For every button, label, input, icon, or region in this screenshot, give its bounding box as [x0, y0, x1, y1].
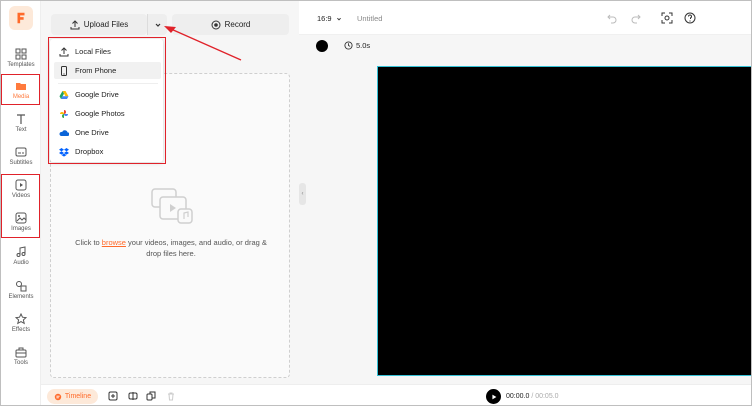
media-placeholder-icon — [151, 188, 193, 224]
rail-item-images[interactable]: Images — [3, 207, 39, 237]
rail-label-subtitles: Subtitles — [9, 160, 33, 166]
menu-label-from-phone: From Phone — [75, 66, 117, 75]
menu-label-google-drive: Google Drive — [75, 90, 119, 99]
aspect-ratio-select[interactable]: 16:9 — [317, 14, 343, 23]
elements-icon — [16, 281, 27, 292]
timeline-icon — [54, 393, 62, 400]
phone-icon — [61, 65, 67, 76]
drop-prefix: Click to — [75, 238, 102, 247]
duplicate-icon[interactable] — [146, 391, 156, 401]
editor-topbar: 16:9 Untitled — [299, 1, 751, 35]
menu-item-one-drive[interactable]: One Drive — [54, 124, 161, 141]
tools-icon — [15, 347, 27, 358]
upload-files-button[interactable]: Upload Files — [51, 14, 147, 35]
rail-label-text: Text — [15, 127, 27, 133]
rail-label-media: Media — [12, 94, 30, 100]
menu-item-google-photos[interactable]: Google Photos — [54, 105, 161, 122]
rail-label-templates: Templates — [7, 62, 35, 68]
music-icon — [16, 246, 26, 257]
google-drive-icon — [59, 90, 69, 99]
app-logo — [9, 6, 33, 30]
play-button[interactable] — [486, 389, 501, 404]
current-time: 00:00.0 — [506, 393, 530, 400]
left-rail: Templates Media Text Subtitles Videos Im… — [1, 1, 41, 405]
upload-files-label: Upload Files — [83, 20, 129, 29]
browse-link[interactable]: browse — [102, 238, 126, 247]
rail-item-tools[interactable]: Tools — [3, 341, 39, 371]
drop-instructions: Click to browse your videos, images, and… — [71, 237, 271, 259]
rail-label-videos: Videos — [11, 193, 31, 199]
upload-icon — [70, 19, 80, 29]
menu-label-dropbox: Dropbox — [75, 147, 104, 156]
subtitles-icon — [15, 147, 27, 157]
redo-icon[interactable] — [630, 12, 642, 24]
delete-icon[interactable] — [166, 391, 176, 401]
add-track-icon[interactable] — [108, 391, 118, 401]
time-readout: 00:00.0 / 00:05.0 — [506, 393, 559, 400]
menu-item-google-drive[interactable]: Google Drive — [54, 86, 161, 103]
rail-label-images: Images — [11, 226, 31, 232]
editor-area: 5.0s — [299, 35, 751, 384]
rail-label-tools: Tools — [13, 360, 28, 366]
dropbox-icon — [59, 147, 69, 157]
menu-item-dropbox[interactable]: Dropbox — [54, 143, 161, 160]
rail-label-audio: Audio — [13, 260, 29, 266]
upload-source-menu: Local Files From Phone Google Drive Goog… — [50, 39, 163, 162]
panel-collapse-handle[interactable]: ‹ — [299, 183, 306, 205]
screenshot-icon[interactable] — [661, 12, 673, 24]
app-window: Templates Media Text Subtitles Videos Im… — [0, 0, 752, 406]
record-icon — [211, 20, 221, 29]
timeline-toggle[interactable]: Timeline — [47, 389, 98, 404]
total-time: / 00:05.0 — [531, 393, 559, 400]
background-color-swatch[interactable] — [316, 40, 328, 52]
undo-icon[interactable] — [606, 12, 618, 24]
rail-item-elements[interactable]: Elements — [3, 275, 39, 305]
menu-label-local-files: Local Files — [75, 47, 111, 56]
upload-dropdown-toggle[interactable] — [147, 14, 167, 35]
play-icon — [491, 394, 496, 399]
onedrive-icon — [59, 129, 69, 136]
drop-suffix: your videos, images, and audio, or drag … — [125, 238, 267, 258]
duration-value: 5.0s — [356, 41, 371, 50]
image-icon — [15, 212, 27, 224]
duration-control[interactable]: 5.0s — [344, 41, 370, 50]
aspect-ratio-value: 16:9 — [317, 14, 332, 23]
menu-label-one-drive: One Drive — [75, 128, 109, 137]
menu-item-local-files[interactable]: Local Files — [54, 43, 161, 60]
video-icon — [15, 179, 27, 191]
menu-separator — [58, 83, 158, 84]
rail-label-effects: Effects — [11, 327, 31, 333]
logo-icon — [17, 12, 25, 24]
project-title[interactable]: Untitled — [357, 14, 382, 23]
bottom-toolbar: Timeline 00:00.0 / 00:05.0 — [41, 384, 751, 405]
google-photos-icon — [60, 109, 68, 118]
chevron-down-icon — [336, 17, 341, 20]
upload-icon — [59, 46, 69, 56]
split-icon[interactable] — [128, 391, 138, 401]
help-icon[interactable] — [684, 12, 696, 24]
timeline-label: Timeline — [64, 393, 92, 400]
rail-label-elements: Elements — [8, 294, 34, 300]
rail-item-templates[interactable]: Templates — [3, 43, 39, 73]
effects-icon — [15, 313, 27, 325]
folder-icon — [16, 83, 26, 90]
rail-item-audio[interactable]: Audio — [3, 241, 39, 271]
templates-icon — [15, 48, 27, 60]
chevron-down-icon — [155, 23, 160, 27]
menu-label-google-photos: Google Photos — [75, 109, 125, 118]
text-icon — [17, 114, 25, 124]
record-label: Record — [224, 20, 251, 29]
menu-item-from-phone[interactable]: From Phone — [54, 62, 161, 79]
clock-icon — [344, 41, 353, 50]
rail-item-videos[interactable]: Videos — [3, 174, 39, 204]
rail-item-text[interactable]: Text — [3, 108, 39, 138]
rail-item-subtitles[interactable]: Subtitles — [3, 141, 39, 171]
record-button[interactable]: Record — [172, 14, 289, 35]
video-canvas[interactable] — [377, 66, 751, 376]
rail-item-effects[interactable]: Effects — [3, 308, 39, 338]
rail-item-media[interactable]: Media — [3, 75, 39, 105]
